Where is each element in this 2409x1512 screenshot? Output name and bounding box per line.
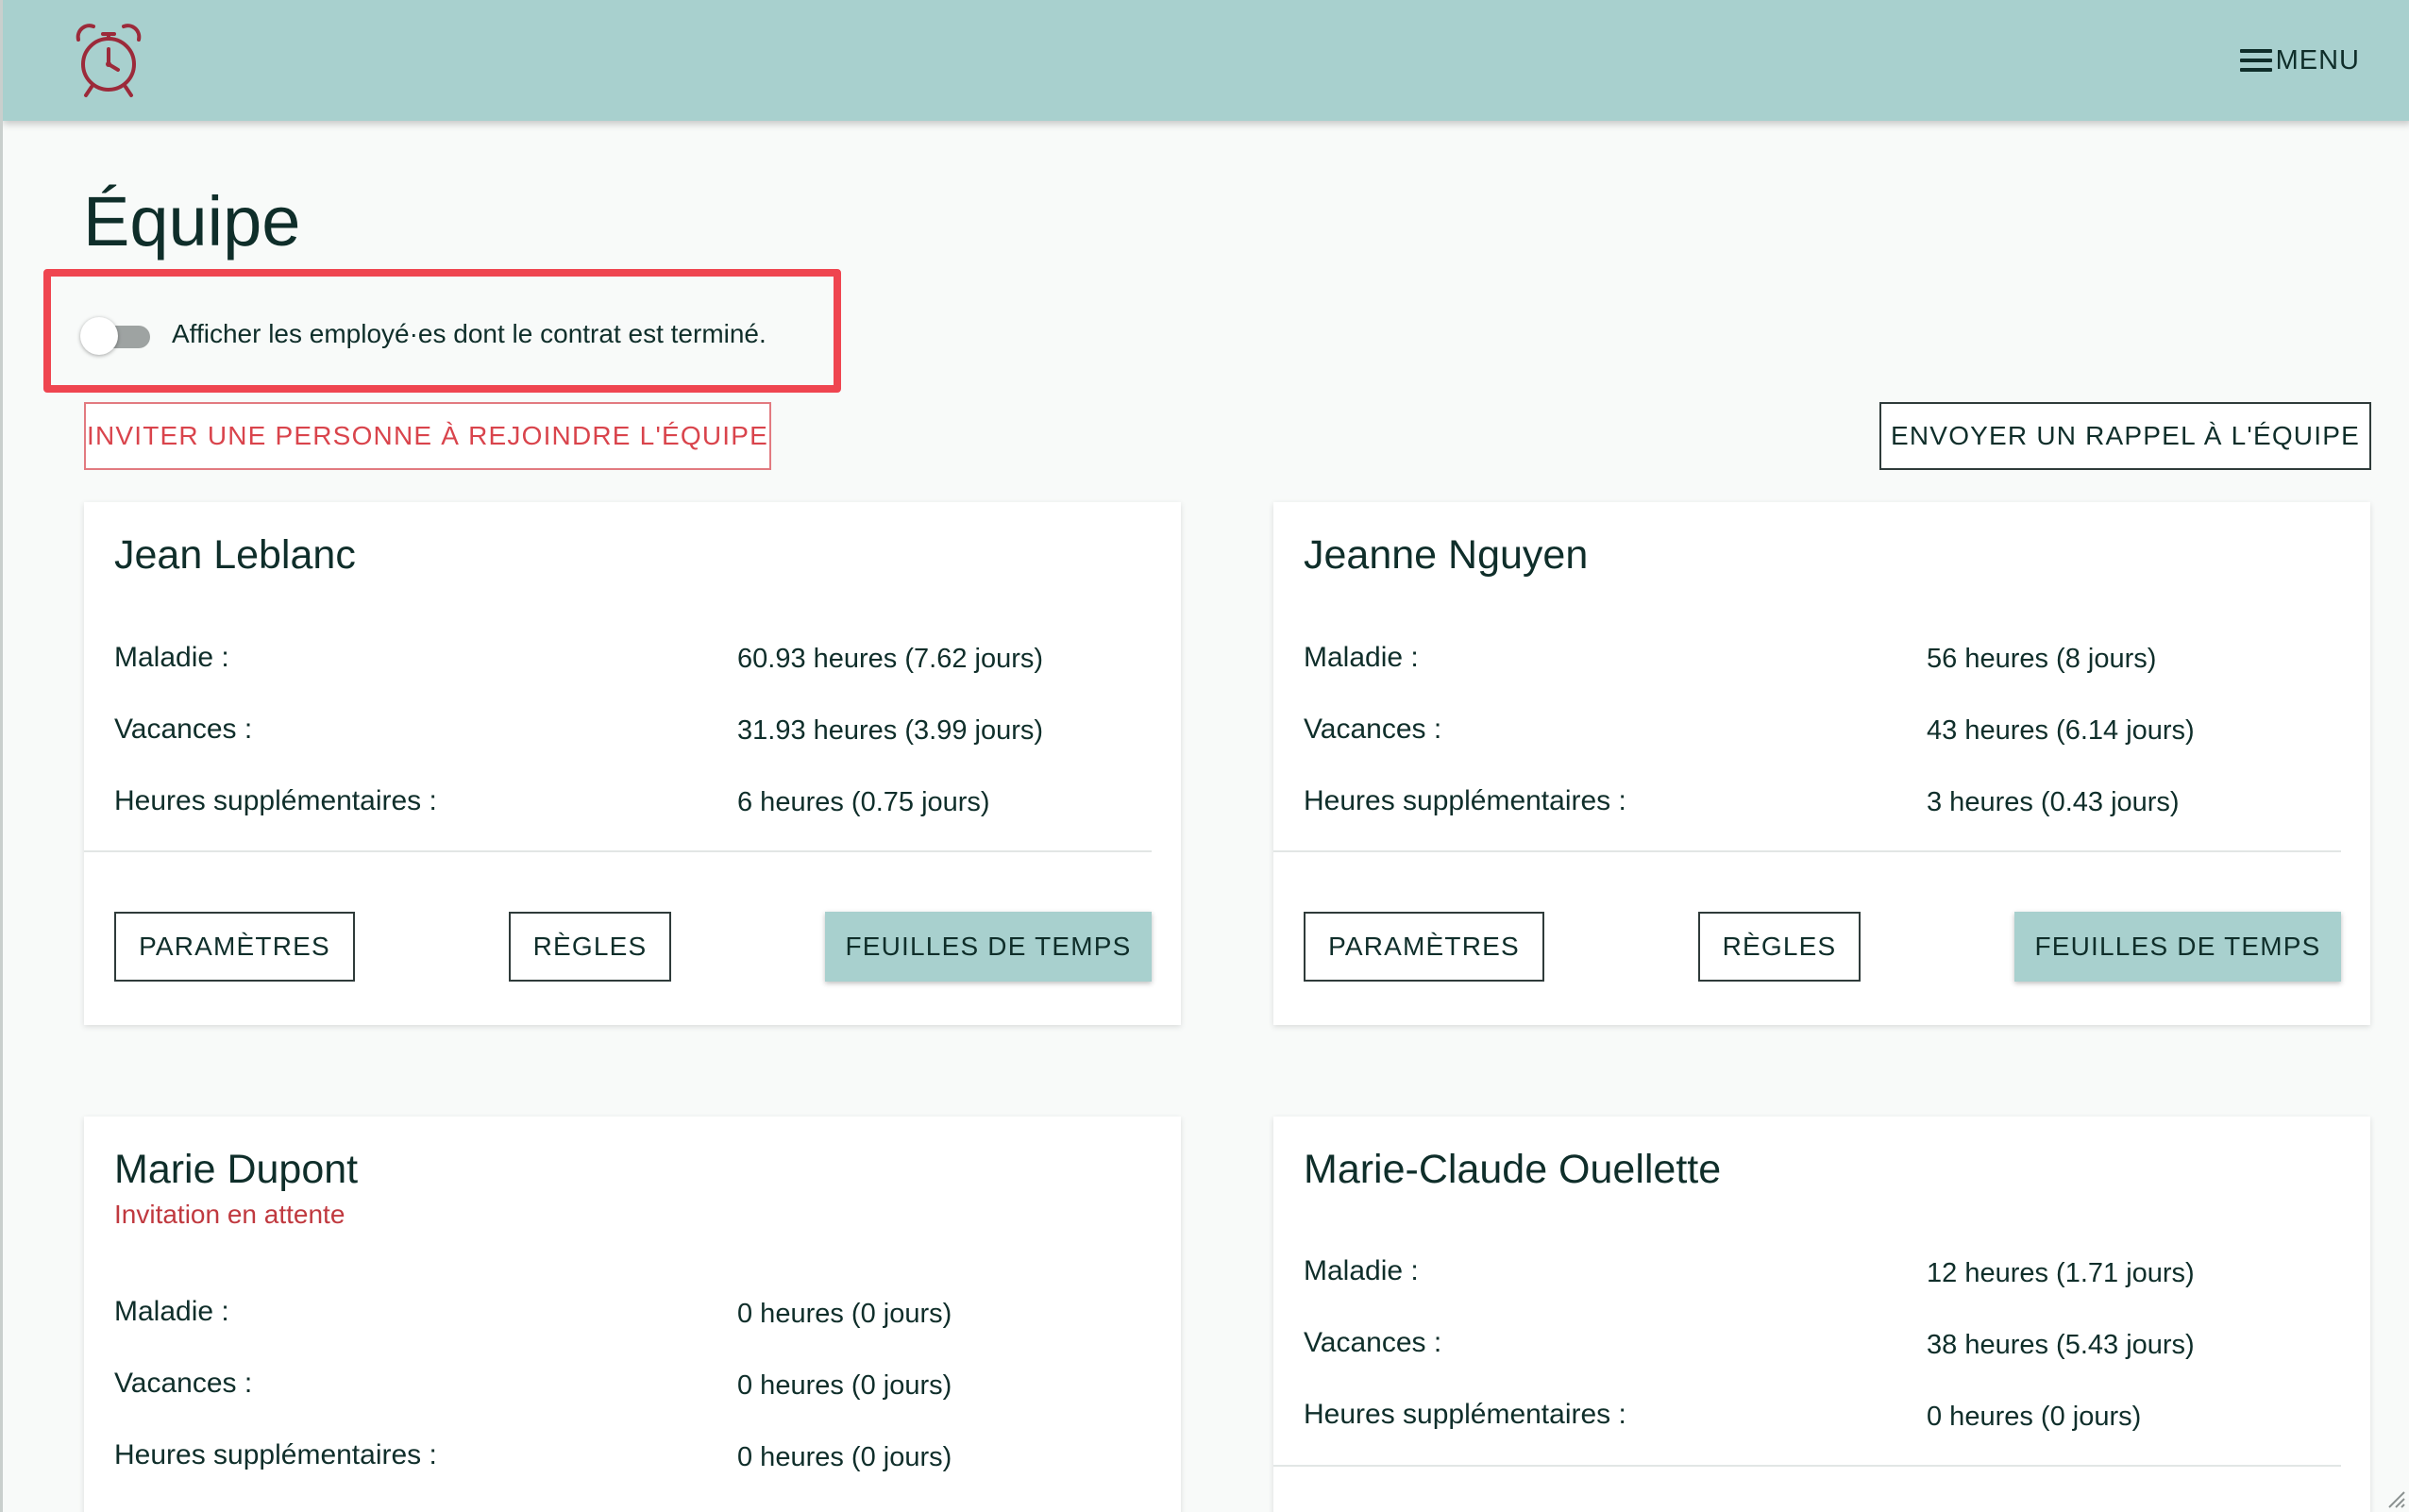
rules-button[interactable]: RÈGLES bbox=[1698, 912, 1861, 982]
show-ended-contracts-toggle[interactable] bbox=[80, 317, 152, 355]
resize-grip-icon[interactable] bbox=[2384, 1487, 2405, 1508]
employee-name: Jean Leblanc bbox=[114, 532, 356, 578]
employee-card: Marie Dupont Invitation en attente Malad… bbox=[84, 1117, 1181, 1512]
overtime-label: Heures supplémentaires : bbox=[114, 1439, 437, 1470]
settings-button[interactable]: PARAMÈTRES bbox=[1304, 912, 1544, 982]
sick-label: Maladie : bbox=[1304, 1255, 1419, 1286]
sick-value: 60.93 heures (7.62 jours) bbox=[737, 644, 1044, 674]
sick-value: 0 heures (0 jours) bbox=[737, 1299, 952, 1329]
overtime-label: Heures supplémentaires : bbox=[1304, 1399, 1626, 1430]
card-divider bbox=[84, 850, 1152, 852]
invitation-status: Invitation en attente bbox=[114, 1200, 345, 1229]
page: MENU Équipe Afficher les employé·es dont… bbox=[0, 0, 2409, 1512]
timesheets-button[interactable]: FEUILLES DE TEMPS bbox=[2014, 912, 2341, 982]
vacation-label: Vacances : bbox=[1304, 1327, 1442, 1358]
overtime-value: 6 heures (0.75 jours) bbox=[737, 787, 990, 817]
alarm-clock-icon[interactable] bbox=[71, 21, 146, 100]
employee-card: Jean Leblanc Maladie : 60.93 heures (7.6… bbox=[84, 502, 1181, 1025]
overtime-value: 0 heures (0 jours) bbox=[737, 1442, 952, 1472]
overtime-value: 0 heures (0 jours) bbox=[1927, 1402, 2142, 1432]
vacation-label: Vacances : bbox=[114, 1368, 253, 1399]
settings-button[interactable]: PARAMÈTRES bbox=[114, 912, 355, 982]
vacation-value: 38 heures (5.43 jours) bbox=[1927, 1330, 2195, 1360]
sick-label: Maladie : bbox=[1304, 642, 1419, 673]
sick-value: 56 heures (8 jours) bbox=[1927, 644, 2157, 674]
vacation-label: Vacances : bbox=[1304, 714, 1442, 745]
invite-member-button[interactable]: INVITER UNE PERSONNE À REJOINDRE L'ÉQUIP… bbox=[84, 402, 771, 470]
menu-label: MENU bbox=[2275, 44, 2360, 76]
sick-label: Maladie : bbox=[114, 642, 229, 673]
employee-name: Jeanne Nguyen bbox=[1304, 532, 1589, 578]
vacation-value: 43 heures (6.14 jours) bbox=[1927, 715, 2195, 746]
show-ended-contracts-label: Afficher les employé·es dont le contrat … bbox=[172, 319, 766, 348]
overtime-label: Heures supplémentaires : bbox=[1304, 785, 1626, 816]
page-title: Équipe bbox=[83, 182, 301, 260]
rules-button[interactable]: RÈGLES bbox=[509, 912, 671, 982]
employee-name: Marie-Claude Ouellette bbox=[1304, 1147, 1722, 1192]
vacation-value: 31.93 heures (3.99 jours) bbox=[737, 715, 1044, 746]
timesheets-button[interactable]: FEUILLES DE TEMPS bbox=[825, 912, 1152, 982]
sick-label: Maladie : bbox=[114, 1296, 229, 1327]
toggle-thumb bbox=[80, 317, 118, 355]
employee-card: Marie-Claude Ouellette Maladie : 12 heur… bbox=[1273, 1117, 2370, 1512]
send-reminder-button[interactable]: ENVOYER UN RAPPEL À L'ÉQUIPE bbox=[1879, 402, 2371, 470]
overtime-value: 3 heures (0.43 jours) bbox=[1927, 787, 2180, 817]
employee-card: Jeanne Nguyen Maladie : 56 heures (8 jou… bbox=[1273, 502, 2370, 1025]
sick-value: 12 heures (1.71 jours) bbox=[1927, 1258, 2195, 1288]
overtime-label: Heures supplémentaires : bbox=[114, 785, 437, 816]
card-divider bbox=[1273, 1465, 2341, 1467]
vacation-value: 0 heures (0 jours) bbox=[737, 1370, 952, 1401]
employee-name: Marie Dupont bbox=[114, 1147, 359, 1192]
card-divider bbox=[1273, 850, 2341, 852]
vacation-label: Vacances : bbox=[114, 714, 253, 745]
menu-button[interactable]: MENU bbox=[2239, 42, 2360, 79]
top-app-bar: MENU bbox=[3, 0, 2409, 121]
hamburger-icon bbox=[2239, 49, 2272, 72]
